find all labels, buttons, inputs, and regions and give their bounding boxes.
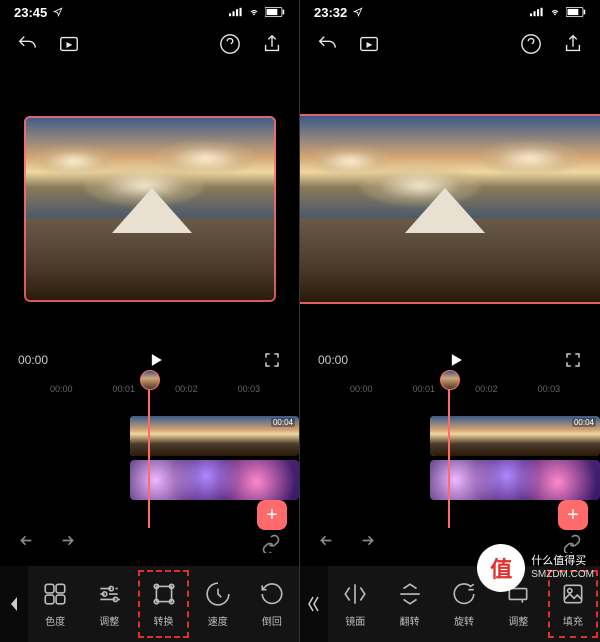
bottom-toolbar: 色度 调整 转换 速度 倒回 [0,566,299,642]
video-track-2[interactable] [130,460,299,500]
watermark-line1: 什么值得买 [531,555,594,568]
top-toolbar [0,24,299,64]
sliders-icon [96,581,122,607]
speed-icon [205,581,231,607]
history-bar [0,528,299,558]
tool-flip[interactable]: 翻转 [382,566,436,642]
add-clip-button[interactable]: + [257,500,287,530]
share-icon[interactable] [261,33,283,55]
status-time: 23:45 [14,5,47,20]
clip-duration: 00:04 [572,418,596,427]
tool-label: 旋转 [454,613,474,628]
timeline[interactable]: ◂ 00:04 + [0,398,299,528]
playhead[interactable] [148,380,150,528]
location-icon [351,7,365,17]
mirror-icon [342,581,368,607]
video-track-1[interactable]: 00:04 [130,416,299,456]
fullscreen-button[interactable] [564,351,582,369]
tool-label: 倒回 [262,613,282,628]
tool-label: 填充 [563,613,583,628]
tool-adjust[interactable]: 调整 [82,566,136,642]
flip-icon [397,581,423,607]
status-bar: 23:45 [0,0,299,24]
share-icon[interactable] [562,33,584,55]
undo-stroke-icon[interactable] [16,33,38,55]
transform-icon [151,581,177,607]
tool-speed[interactable]: 速度 [191,566,245,642]
rewind-icon [259,581,285,607]
battery-icon [265,7,285,17]
tool-label: 翻转 [400,613,420,628]
undo-icon[interactable] [318,533,338,553]
undo-stroke-icon[interactable] [316,33,338,55]
play-button[interactable] [446,350,466,370]
ruler-tick: 00:03 [538,384,561,394]
tool-label: 调整 [99,613,119,628]
undo-icon[interactable] [18,533,38,553]
wifi-icon [247,7,261,17]
signal-icon [229,7,243,17]
redo-icon[interactable] [356,533,376,553]
status-bar: 23:32 [300,0,600,24]
transform-frame[interactable] [24,116,276,302]
watermark-line2: SMZDM.COM [531,569,594,581]
fullscreen-button[interactable] [263,351,281,369]
watermark-badge: 值 [477,544,525,592]
tool-label: 镜面 [345,613,365,628]
screen-icon[interactable] [58,33,80,55]
redo-icon[interactable] [56,533,76,553]
ruler-tick: 00:02 [175,384,198,394]
color-grid-icon [42,581,68,607]
ruler-tick: 00:03 [238,384,261,394]
clip-duration: 00:04 [271,418,295,427]
screen-icon[interactable] [358,33,380,55]
playback-time: 00:00 [318,353,348,367]
video-track-1[interactable]: 00:04 [430,416,600,456]
video-preview[interactable] [300,114,600,304]
ruler-tick: 00:01 [413,384,436,394]
location-icon [51,7,65,17]
tool-mirror[interactable]: 镜面 [328,566,382,642]
wifi-icon [548,7,562,17]
top-toolbar [300,24,600,64]
help-icon[interactable] [520,33,542,55]
tool-label: 转换 [154,613,174,628]
signal-icon [530,7,544,17]
ruler-tick: 00:02 [475,384,498,394]
video-track-2[interactable] [430,460,600,500]
video-preview[interactable] [0,114,300,304]
watermark: 值 什么值得买 SMZDM.COM [477,544,594,592]
playback-time: 00:00 [18,353,48,367]
phone-left: 23:45 [0,0,300,642]
ruler-tick: 00:00 [350,384,373,394]
help-icon[interactable] [219,33,241,55]
tool-label: 色度 [45,613,65,628]
link-icon[interactable] [261,533,281,553]
tool-label: 调整 [508,613,528,628]
back-button[interactable] [0,566,28,642]
tool-reverse[interactable]: 倒回 [245,566,299,642]
ruler-tick: 00:00 [50,384,73,394]
tool-transform[interactable]: 转换 [136,566,190,642]
playhead[interactable] [448,380,450,528]
guide-line-bottom [300,302,600,304]
timeline[interactable]: ◂ 00:04 + [300,398,600,528]
ruler-tick: 00:01 [113,384,136,394]
status-time: 23:32 [314,5,347,20]
tool-chroma[interactable]: 色度 [28,566,82,642]
back-button[interactable] [300,566,328,642]
tool-label: 速度 [208,613,228,628]
battery-icon [566,7,586,17]
play-button[interactable] [146,350,166,370]
rotate-icon [451,581,477,607]
add-clip-button[interactable]: + [558,500,588,530]
